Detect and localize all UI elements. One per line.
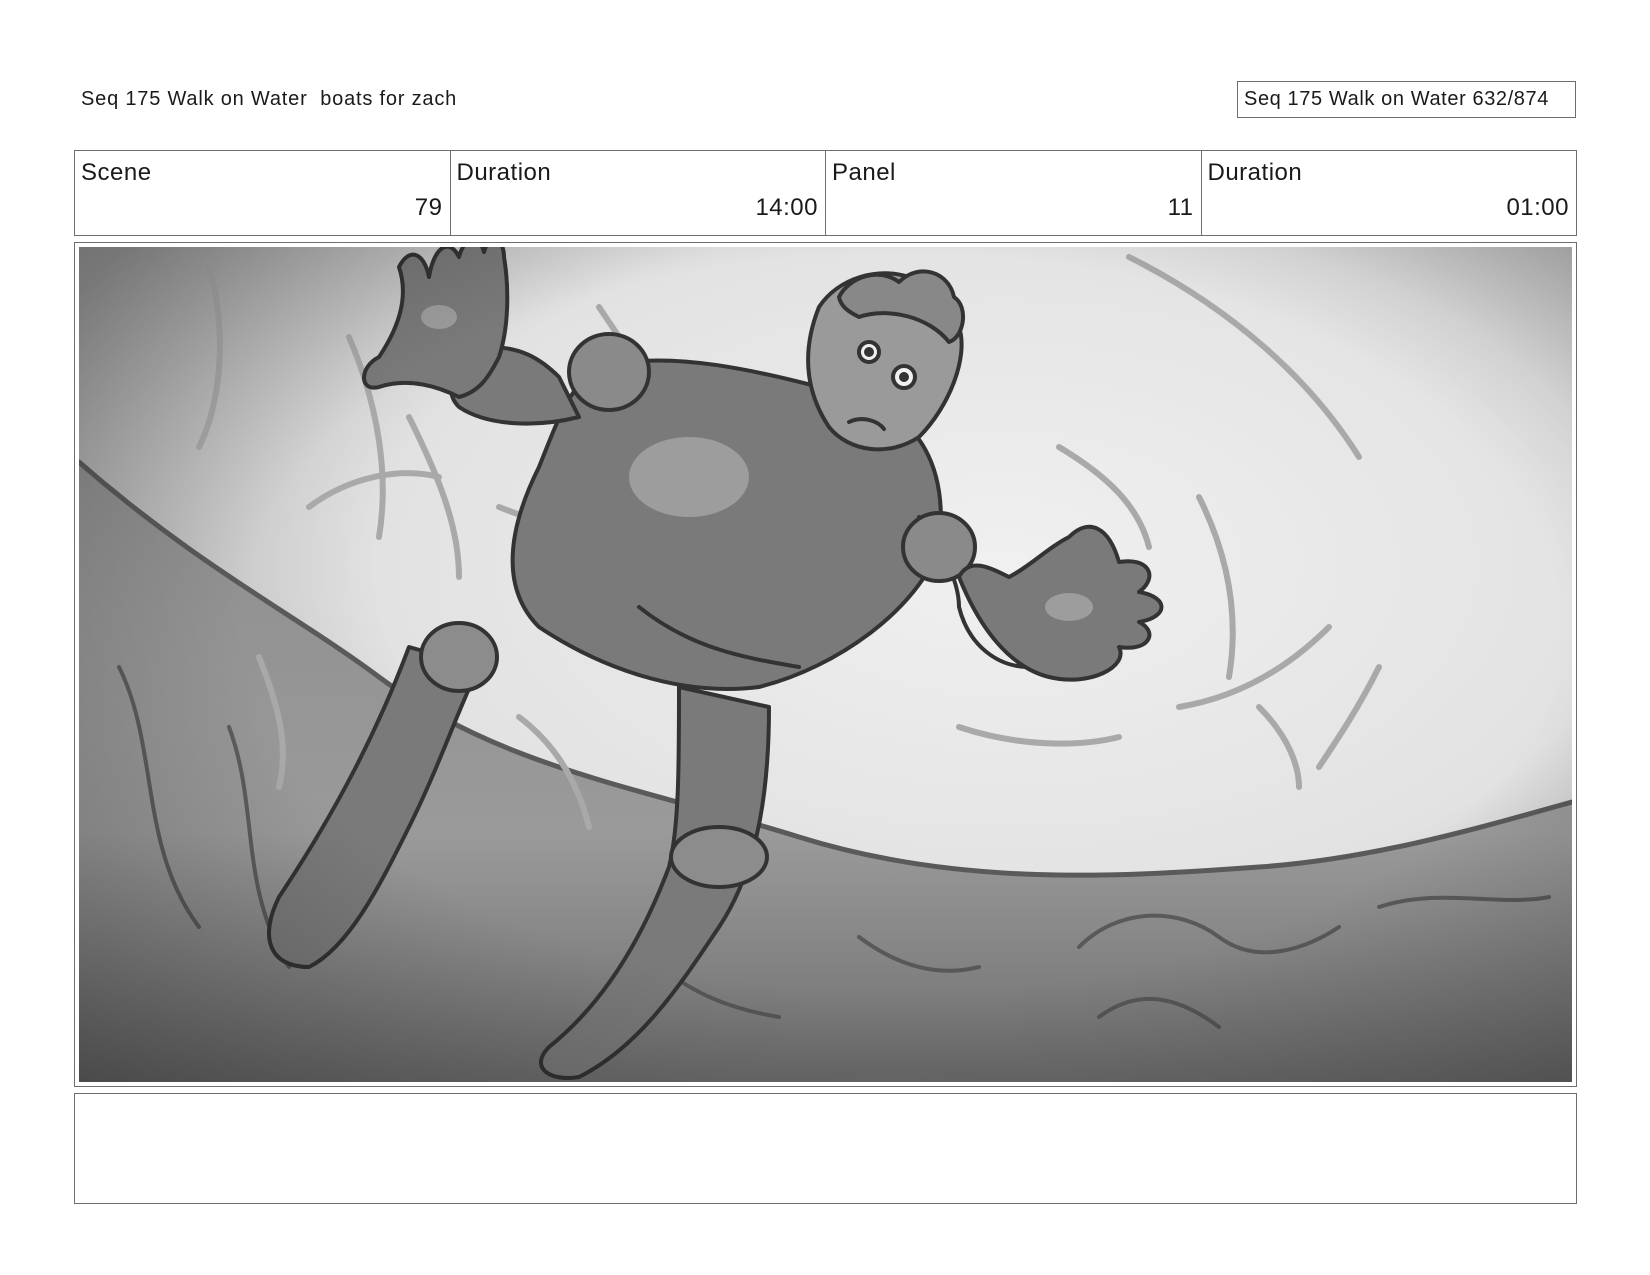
- panel-cell: Panel 11: [826, 151, 1202, 235]
- scene-number: 79: [414, 194, 443, 221]
- panel-label: Panel: [832, 159, 896, 186]
- storyboard-panel-frame: [74, 242, 1577, 1087]
- scene-duration-value: 14:00: [755, 194, 818, 221]
- panel-vignette: [79, 247, 1572, 1082]
- page-counter: Seq 175 Walk on Water 632/874: [1237, 81, 1576, 118]
- panel-notes-box: [74, 1093, 1577, 1204]
- panel-number: 11: [1167, 194, 1194, 221]
- scene-duration-cell: Duration 14:00: [451, 151, 826, 235]
- panel-duration-label: Duration: [1207, 159, 1303, 186]
- scene-cell: Scene 79: [75, 151, 451, 235]
- panel-duration-cell: Duration 01:00: [1202, 151, 1577, 235]
- sequence-title: Seq 175 Walk on Water boats for zach: [81, 88, 458, 110]
- panel-info-table: Scene 79 Duration 14:00 Panel 11 Duratio…: [74, 150, 1577, 236]
- panel-duration-value: 01:00: [1506, 194, 1569, 221]
- scene-duration-label: Duration: [456, 159, 552, 186]
- storyboard-panel-image: [79, 247, 1572, 1082]
- scene-label: Scene: [81, 159, 152, 186]
